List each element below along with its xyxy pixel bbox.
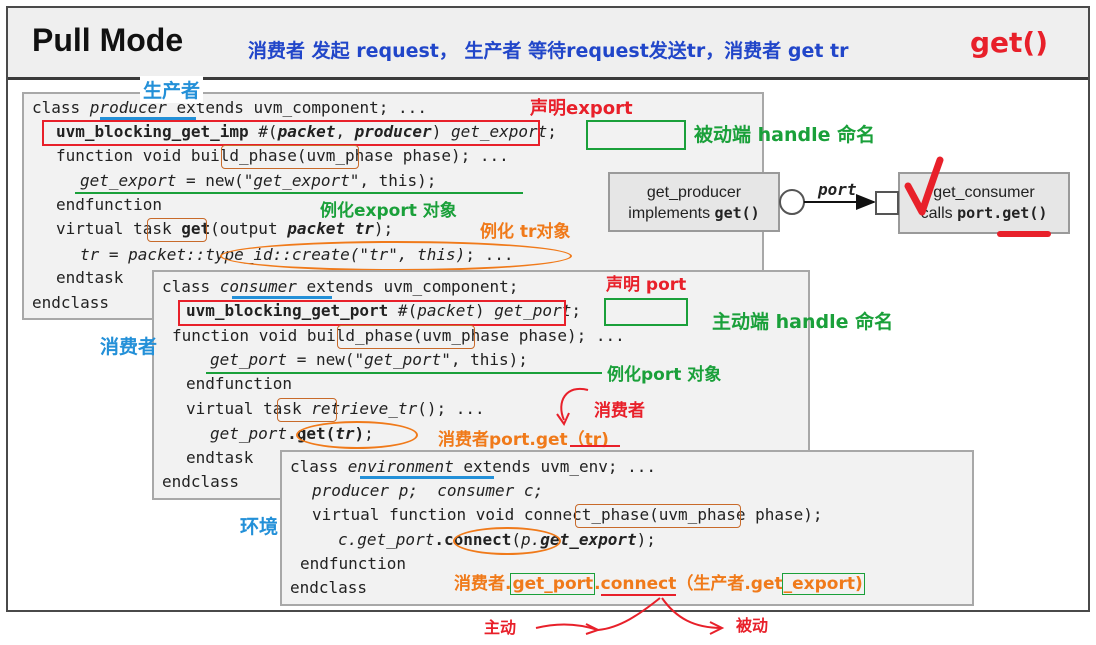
- port-square-icon: [875, 191, 899, 215]
- export-circle-icon: [779, 189, 805, 215]
- active-arrow-icon: [535, 597, 661, 635]
- consumer-curve-arrow-icon: [556, 387, 589, 427]
- annotation-graphics: [535, 156, 1051, 635]
- passive-arrow-icon: [661, 597, 725, 635]
- checkmark-icon: [904, 156, 944, 216]
